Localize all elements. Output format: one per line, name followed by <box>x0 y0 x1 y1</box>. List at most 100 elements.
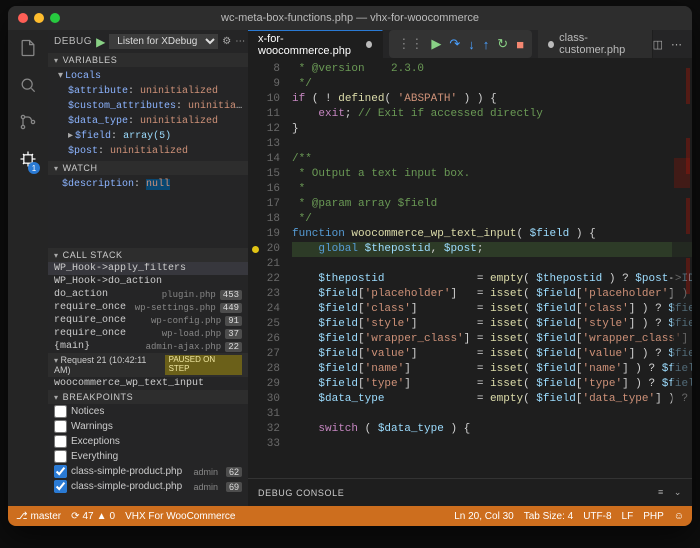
code-line[interactable]: exit; // Exit if accessed directly <box>292 107 692 122</box>
breakpoint-row[interactable]: Notices <box>48 404 248 419</box>
cursor-position[interactable]: Ln 20, Col 30 <box>454 511 514 522</box>
branch-indicator[interactable]: ⎇ master <box>16 511 61 522</box>
callstack-row[interactable]: {main}admin-ajax.php22 <box>48 340 248 353</box>
close-window-button[interactable] <box>18 13 28 23</box>
collapse-console-icon[interactable]: ⌄ <box>674 487 682 498</box>
breakpoint-checkbox[interactable] <box>54 450 67 463</box>
callstack-row[interactable]: do_actionplugin.php453 <box>48 288 248 301</box>
code-line[interactable]: switch ( $data_type ) { <box>292 422 692 437</box>
line-number[interactable]: 26 <box>248 332 280 347</box>
callstack-row[interactable]: require_oncewp-settings.php449 <box>48 301 248 314</box>
line-number[interactable]: 28 <box>248 362 280 377</box>
breakpoint-row[interactable]: class-simple-product.phpadmin62 <box>48 464 248 479</box>
breakpoint-checkbox[interactable] <box>54 480 67 493</box>
code-line[interactable]: * @param array $field <box>292 197 692 212</box>
breakpoint-row[interactable]: class-simple-product.phpadmin69 <box>48 479 248 494</box>
drag-handle-icon[interactable]: ⋮⋮ <box>397 36 423 52</box>
breakpoint-row[interactable]: Everything <box>48 449 248 464</box>
variable-row[interactable]: $custom_attributes: uninitialized <box>58 99 248 114</box>
debug-settings-icon[interactable]: ⚙ <box>222 36 231 47</box>
code-line[interactable]: $field['value'] = isset( $field['value']… <box>292 347 692 362</box>
line-number[interactable]: 10 <box>248 92 280 107</box>
step-into-button[interactable]: ↓ <box>468 37 475 52</box>
feedback-icon[interactable]: ☺ <box>674 511 684 522</box>
callstack-current[interactable]: woocommerce_wp_text_input <box>48 377 248 390</box>
minimize-window-button[interactable] <box>34 13 44 23</box>
step-over-button[interactable]: ↷ <box>449 36 460 52</box>
step-out-button[interactable]: ↑ <box>483 37 490 52</box>
stop-button[interactable]: ■ <box>516 37 524 52</box>
line-number[interactable]: 12 <box>248 122 280 137</box>
tab-class-customer[interactable]: class-customer.php <box>538 30 653 58</box>
sync-indicator[interactable]: ⟳ 47 ▲ 0 <box>71 511 115 522</box>
code-line[interactable]: /** <box>292 152 692 167</box>
eol[interactable]: LF <box>622 511 634 522</box>
code-line[interactable]: $data_type = empty( $field['data_type'] … <box>292 392 692 407</box>
line-number[interactable]: 31 <box>248 407 280 422</box>
code-line[interactable]: * <box>292 182 692 197</box>
project-name[interactable]: VHX For WooCommerce <box>125 511 235 522</box>
line-number[interactable]: 33 <box>248 437 280 452</box>
line-number[interactable]: 19 <box>248 227 280 242</box>
encoding[interactable]: UTF-8 <box>583 511 611 522</box>
breakpoints-section-header[interactable]: ▾BREAKPOINTS <box>48 390 248 404</box>
breakpoint-row[interactable]: Exceptions <box>48 434 248 449</box>
tab-main-file[interactable]: x-for-woocommerce.php <box>248 30 383 58</box>
line-number[interactable]: 22 <box>248 272 280 287</box>
code-line[interactable]: * @version 2.3.0 <box>292 62 692 77</box>
variable-row[interactable]: $data_type: uninitialized <box>58 114 248 129</box>
code-line[interactable] <box>292 137 692 152</box>
line-number[interactable]: 20 <box>248 242 280 257</box>
code-line[interactable]: $field['wrapper_class'] = isset( $field[… <box>292 332 692 347</box>
search-icon[interactable] <box>18 75 38 98</box>
code-line[interactable]: * Output a text input box. <box>292 167 692 182</box>
callstack-row[interactable]: WP_Hook->apply_filters <box>48 262 248 275</box>
code-line[interactable] <box>292 407 692 422</box>
minimap[interactable] <box>672 58 692 478</box>
code-line[interactable] <box>292 437 692 452</box>
watch-section-header[interactable]: ▾WATCH <box>48 161 248 175</box>
locals-header[interactable]: ▾Locals <box>58 69 248 84</box>
split-editor-icon[interactable]: ◫ <box>653 38 663 51</box>
code-line[interactable]: $field['name'] = isset( $field['name'] )… <box>292 362 692 377</box>
clear-console-icon[interactable]: ≡ <box>658 487 664 498</box>
callstack-row[interactable]: require_oncewp-config.php91 <box>48 314 248 327</box>
code-line[interactable]: if ( ! defined( 'ABSPATH' ) ) { <box>292 92 692 107</box>
line-number[interactable]: 16 <box>248 182 280 197</box>
callstack-section-header[interactable]: ▾CALL STACK <box>48 248 248 262</box>
line-number[interactable]: 14 <box>248 152 280 167</box>
continue-button[interactable]: ▶ <box>431 36 441 52</box>
line-number[interactable]: 8 <box>248 62 280 77</box>
line-number[interactable]: 29 <box>248 377 280 392</box>
debug-console-panel[interactable]: DEBUG CONSOLE ≡ ⌄ <box>248 478 692 506</box>
callstack-row[interactable]: require_oncewp-load.php37 <box>48 327 248 340</box>
breakpoint-checkbox[interactable] <box>54 405 67 418</box>
breakpoint-checkbox[interactable] <box>54 435 67 448</box>
breakpoint-checkbox[interactable] <box>54 465 67 478</box>
callstack-row[interactable]: WP_Hook->do_action <box>48 275 248 288</box>
line-number[interactable]: 9 <box>248 77 280 92</box>
restart-button[interactable]: ↻ <box>497 36 508 52</box>
code-editor[interactable]: 8910111213141516171819202122232425262728… <box>248 58 692 478</box>
line-number[interactable]: 18 <box>248 212 280 227</box>
code-line[interactable]: $thepostid = empty( $thepostid ) ? $post… <box>292 272 692 287</box>
source-control-icon[interactable] <box>18 112 38 135</box>
line-number[interactable]: 27 <box>248 347 280 362</box>
debug-icon[interactable] <box>18 149 38 172</box>
code-line[interactable]: $field['type'] = isset( $field['type'] )… <box>292 377 692 392</box>
code-line[interactable] <box>292 257 692 272</box>
line-number[interactable]: 30 <box>248 392 280 407</box>
line-number[interactable]: 23 <box>248 287 280 302</box>
line-number[interactable]: 25 <box>248 317 280 332</box>
code-line[interactable]: } <box>292 122 692 137</box>
tab-size[interactable]: Tab Size: 4 <box>524 511 573 522</box>
line-number[interactable]: 21 <box>248 257 280 272</box>
start-debug-button[interactable]: ▶ <box>96 35 105 49</box>
explorer-icon[interactable] <box>18 38 38 61</box>
line-number[interactable]: 17 <box>248 197 280 212</box>
code-line[interactable]: */ <box>292 77 692 92</box>
line-number[interactable]: 24 <box>248 302 280 317</box>
variable-row[interactable]: $attribute: uninitialized <box>58 84 248 99</box>
maximize-window-button[interactable] <box>50 13 60 23</box>
code-line[interactable]: */ <box>292 212 692 227</box>
